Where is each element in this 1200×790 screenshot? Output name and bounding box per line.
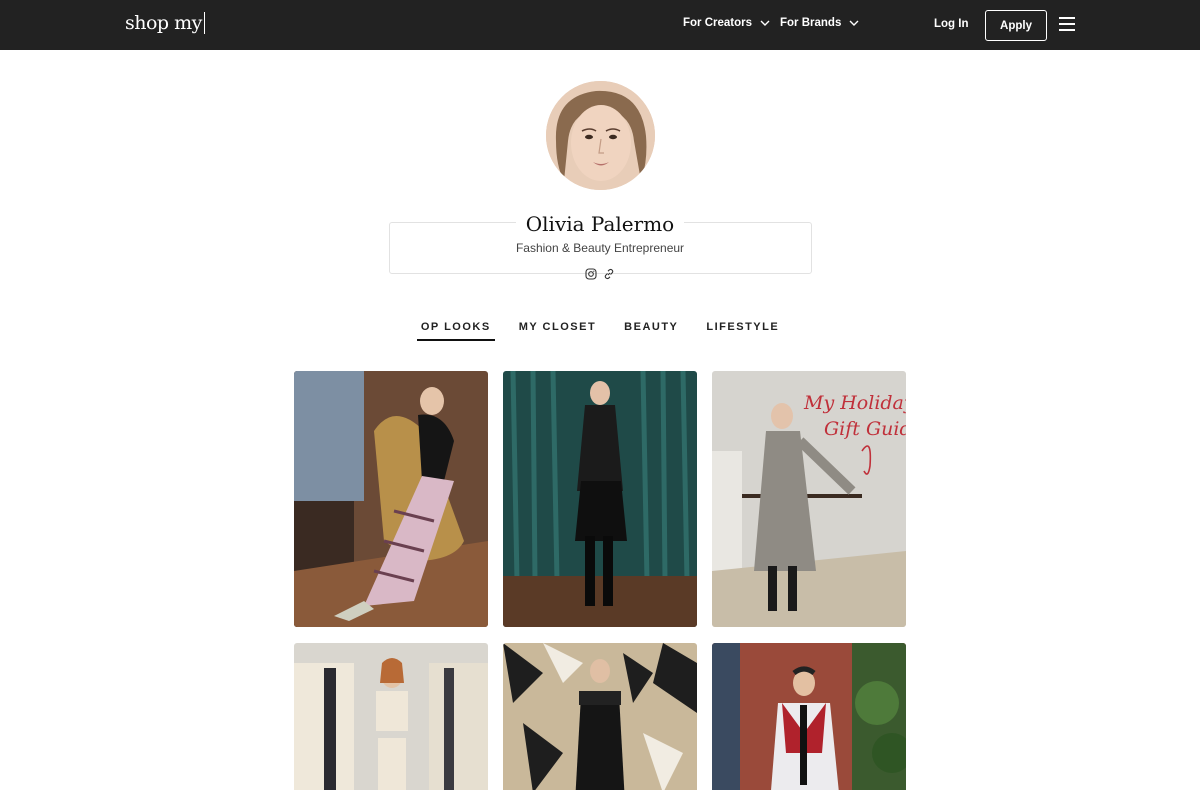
tab-lifestyle[interactable]: LIFESTYLE — [702, 321, 783, 341]
link-icon[interactable] — [603, 268, 615, 280]
look-card[interactable] — [712, 643, 906, 790]
look-image — [294, 643, 488, 790]
look-image — [503, 643, 697, 790]
for-creators-menu[interactable]: For Creators — [683, 17, 770, 29]
instagram-icon[interactable] — [585, 268, 597, 280]
look-image — [503, 371, 697, 627]
for-creators-label: For Creators — [683, 17, 753, 29]
top-nav: shop my For Creators For Brands Log In A… — [0, 0, 1200, 50]
login-link[interactable]: Log In — [934, 18, 969, 30]
social-links — [585, 268, 615, 280]
for-brands-label: For Brands — [780, 17, 842, 29]
look-image: My Holiday Gift Guide — [712, 371, 906, 627]
avatar — [546, 81, 655, 190]
chevron-down-icon — [849, 20, 859, 26]
look-image — [294, 371, 488, 627]
tab-my-closet[interactable]: MY CLOSET — [515, 321, 600, 341]
tab-op-looks[interactable]: OP LOOKS — [416, 321, 495, 341]
gift-guide-line2: Gift Guide — [824, 418, 906, 440]
look-card[interactable] — [503, 643, 697, 790]
shopmy-logo[interactable]: shop my — [125, 12, 205, 34]
logo-text: shop my — [125, 12, 202, 34]
look-image — [712, 643, 906, 790]
tab-beauty[interactable]: BEAUTY — [620, 321, 682, 341]
hamburger-menu-icon[interactable] — [1059, 17, 1075, 31]
look-card[interactable] — [294, 371, 488, 627]
look-card[interactable]: My Holiday Gift Guide — [712, 371, 906, 627]
look-card[interactable] — [503, 371, 697, 627]
for-brands-menu[interactable]: For Brands — [780, 17, 859, 29]
profile-tagline: Fashion & Beauty Entrepreneur — [515, 241, 685, 255]
apply-button[interactable]: Apply — [985, 10, 1047, 41]
logo-divider — [203, 12, 205, 34]
gift-guide-line1: My Holiday — [803, 392, 906, 414]
look-card[interactable] — [294, 643, 488, 790]
chevron-down-icon — [760, 20, 770, 26]
profile-tabs: OP LOOKS MY CLOSET BEAUTY LIFESTYLE — [0, 321, 1200, 341]
